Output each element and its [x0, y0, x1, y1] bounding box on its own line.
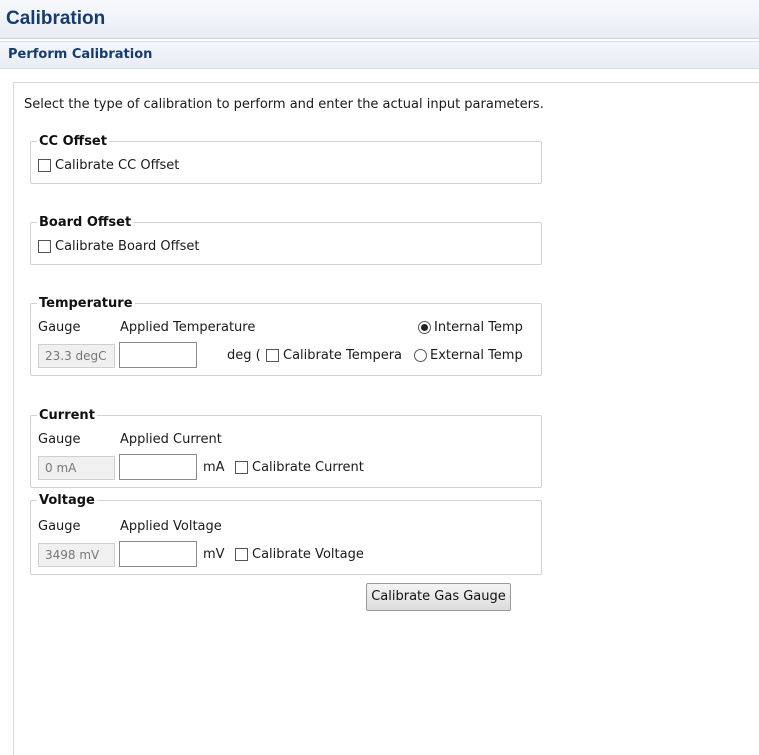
checkbox-box[interactable]	[235, 548, 248, 561]
applied-temperature-input[interactable]	[119, 342, 197, 368]
temperature-unit-label: deg (	[227, 348, 261, 363]
applied-current-input[interactable]	[119, 454, 197, 480]
applied-voltage-label: Applied Voltage	[120, 519, 222, 534]
instructions-text: Select the type of calibration to perfor…	[24, 97, 544, 112]
calibrate-voltage-label: Calibrate Voltage	[252, 547, 364, 562]
applied-current-label: Applied Current	[120, 432, 222, 447]
cc-offset-legend: CC Offset	[39, 134, 107, 149]
internal-temp-label: Internal Temp	[434, 320, 523, 335]
section-header[interactable]: Perform Calibration	[0, 41, 759, 69]
checkbox-box[interactable]	[38, 159, 51, 172]
voltage-legend: Voltage	[39, 493, 95, 508]
voltage-gauge-field: 3498 mV	[38, 543, 115, 567]
calibrate-current-checkbox[interactable]: Calibrate Current	[235, 460, 364, 475]
temperature-gauge-field: 23.3 degC	[38, 344, 115, 368]
calibrate-cc-offset-label: Calibrate CC Offset	[55, 158, 180, 173]
applied-temperature-label: Applied Temperature	[120, 320, 256, 335]
window-title-bar: Calibration	[0, 0, 759, 39]
internal-temp-radio[interactable]: Internal Temp	[418, 320, 523, 335]
external-temp-label: External Temp	[430, 348, 523, 363]
current-gauge-field: 0 mA	[38, 456, 115, 480]
calibrate-temperature-checkbox[interactable]: Calibrate Tempera	[266, 348, 402, 363]
calibrate-board-offset-label: Calibrate Board Offset	[55, 239, 200, 254]
temperature-gauge-label: Gauge	[38, 320, 81, 335]
current-unit-label: mA	[203, 460, 225, 475]
checkbox-box[interactable]	[235, 461, 248, 474]
calibrate-temperature-label: Calibrate Tempera	[283, 348, 403, 363]
section-title: Perform Calibration	[8, 47, 153, 62]
temperature-legend: Temperature	[39, 296, 133, 311]
calibrate-board-offset-checkbox[interactable]: Calibrate Board Offset	[38, 239, 199, 254]
voltage-unit-label: mV	[203, 547, 225, 562]
checkbox-box[interactable]	[38, 240, 51, 253]
radio-unselected-icon[interactable]	[414, 349, 427, 362]
calibrate-gas-gauge-button[interactable]: Calibrate Gas Gauge	[366, 583, 511, 611]
window-title: Calibration	[6, 8, 106, 29]
voltage-gauge-label: Gauge	[38, 519, 81, 534]
calibrate-current-label: Calibrate Current	[252, 460, 364, 475]
checkbox-box[interactable]	[266, 349, 279, 362]
board-offset-legend: Board Offset	[39, 215, 132, 230]
current-legend: Current	[39, 408, 95, 423]
current-gauge-label: Gauge	[38, 432, 81, 447]
external-temp-radio[interactable]: External Temp	[414, 348, 523, 363]
calibrate-voltage-checkbox[interactable]: Calibrate Voltage	[235, 547, 364, 562]
calibrate-cc-offset-checkbox[interactable]: Calibrate CC Offset	[38, 158, 179, 173]
applied-voltage-input[interactable]	[119, 541, 197, 567]
radio-selected-icon[interactable]	[418, 321, 431, 334]
